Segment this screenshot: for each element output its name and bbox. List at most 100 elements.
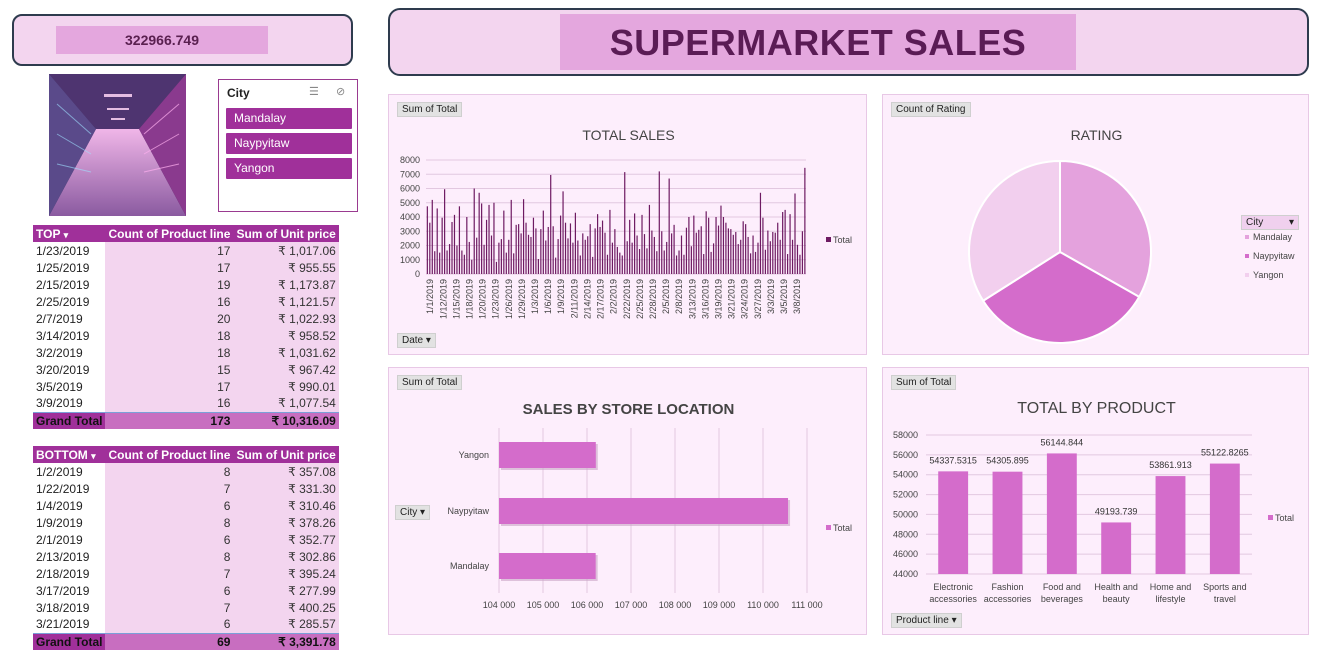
grand-total-label: Grand Total [33,411,106,429]
bar [749,253,752,274]
slicer-title: City [227,86,250,100]
bar [498,242,500,274]
axis-button-city[interactable]: City ▾ [395,505,431,520]
bar [656,251,658,274]
grand-total-sum: ₹ 3,391.78 [233,632,339,650]
bar [559,215,562,274]
filter-icon[interactable]: ▾ [91,451,96,461]
legend-filter-city[interactable]: City ▾ [1241,215,1299,230]
axis-button-date[interactable]: Date ▾ [397,333,436,348]
bar [505,252,507,274]
count-cell: 16 [105,395,234,412]
table-row: 1/22/2019 7 ₹ 331.30 [33,480,339,497]
count-cell: 19 [105,276,234,293]
count-cell: 8 [105,514,234,531]
bar [732,234,734,274]
bar [710,251,712,274]
x-tick-label: 108 000 [659,600,692,610]
bar [745,224,747,274]
top-pivot-table: TOP ▾ Count of Product line Sum of Unit … [33,225,339,429]
table-row: 1/25/2019 17 ₹ 955.55 [33,259,339,276]
table-row: 1/9/2019 8 ₹ 378.26 [33,514,339,531]
date-cell: 1/23/2019 [36,243,90,258]
filter-icon[interactable]: ▾ [64,230,69,240]
bar [712,243,715,274]
table-header-top[interactable]: TOP ▾ [33,225,106,242]
multi-select-icon[interactable]: ☰ [309,85,319,98]
table-row: 3/14/2019 18 ₹ 958.52 [33,327,339,344]
bar [641,214,643,274]
date-cell: 1/25/2019 [36,260,90,275]
count-cell: 7 [105,565,234,582]
y-tick-label: 56000 [893,450,918,460]
date-cell: 1/4/2019 [36,498,83,513]
count-cell: 8 [105,463,234,480]
date-cell: 1/9/2019 [36,515,83,530]
bar [705,211,707,274]
y-tick-label: 7000 [400,169,420,179]
bar [688,217,690,274]
count-cell: 17 [105,242,234,259]
y-tick-label: 1000 [400,255,420,265]
bar [582,233,584,274]
dashboard-header: SUPERMARKET SALES [388,8,1309,76]
bar [520,233,522,274]
count-cell: 17 [105,378,234,395]
bar [535,228,537,274]
x-tick-label: 1/15/2019 [451,279,461,319]
slicer-item-yangon[interactable]: Yangon [226,158,352,179]
table-header-count: Count of Product line [105,225,234,242]
x-tick-label: 3/16/2019 [700,279,710,319]
bar [779,239,781,274]
sum-cell: ₹ 352.77 [233,531,339,548]
count-cell: 17 [105,259,234,276]
grand-total-label: Grand Total [33,632,106,650]
bar [648,204,651,274]
x-tick-label: 109 000 [703,600,736,610]
bar [668,178,670,274]
kpi-total-value: 322966.749 [56,26,268,54]
bar [791,239,794,274]
count-cell: 16 [105,293,234,310]
table-header-bottom[interactable]: BOTTOM ▾ [33,446,106,463]
bar [542,210,544,274]
bar [527,234,530,274]
axis-button-product-line[interactable]: Product line ▾ [891,613,962,628]
y-tick-label: 58000 [893,430,918,440]
bar [483,244,485,274]
clear-filter-icon[interactable]: ⊘ [336,85,345,98]
bar [579,255,581,274]
count-cell: 6 [105,497,234,514]
x-tick-label: 2/28/2019 [648,279,658,319]
bar [510,199,512,274]
bar [515,224,517,274]
bar [769,241,771,274]
bar [680,235,683,274]
grand-total-count: 69 [105,632,234,650]
date-cell: 1/2/2019 [36,464,83,479]
table-header-sum: Sum of Unit price [233,446,339,463]
x-tick-label: accessories [984,594,1032,604]
slicer-item-naypyitaw[interactable]: Naypyitaw [226,133,352,154]
x-tick-label: 1/9/2019 [556,279,566,314]
bar [606,254,609,274]
y-tick-label: 4000 [400,212,420,222]
bar [456,245,458,274]
date-cell: 2/13/2019 [36,549,90,564]
date-cell: 2/7/2019 [36,311,83,326]
date-cell: 2/18/2019 [36,566,90,581]
sum-cell: ₹ 1,077.54 [233,395,339,412]
bar [446,250,448,274]
slicer-item-mandalay[interactable]: Mandalay [226,108,352,129]
bar [530,236,532,274]
count-cell: 7 [105,599,234,616]
bar [453,214,456,274]
x-tick-label: 2/25/2019 [635,279,645,319]
bar [742,221,744,274]
bar [717,225,720,274]
x-tick-label: Sports and [1203,582,1247,592]
sum-cell: ₹ 990.01 [233,378,339,395]
bar [636,235,638,274]
legend-swatch [1245,273,1249,277]
bar [499,498,789,524]
